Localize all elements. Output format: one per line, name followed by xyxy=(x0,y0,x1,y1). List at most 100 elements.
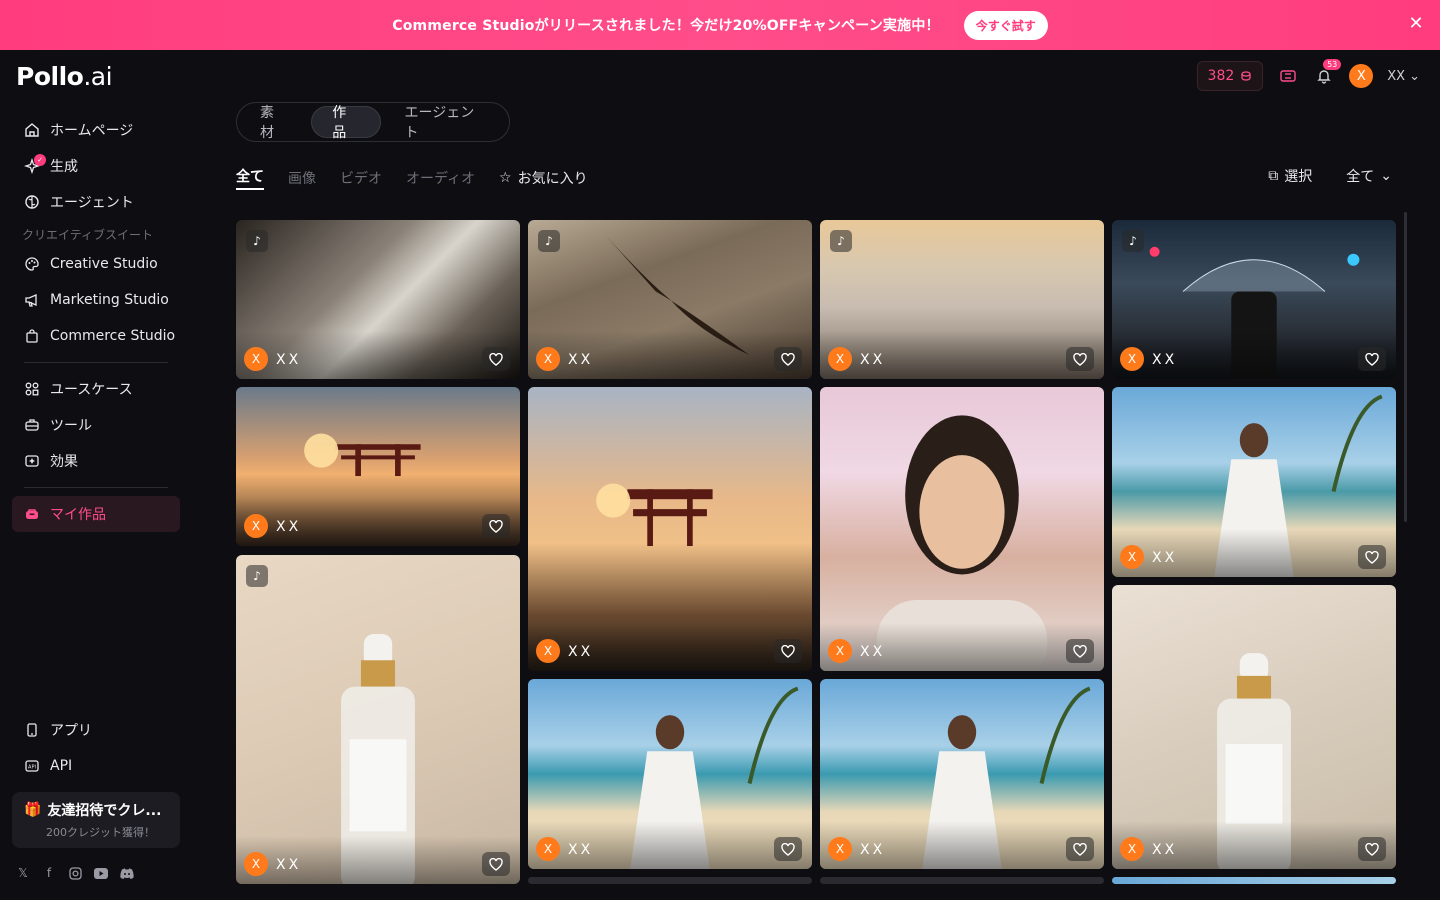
filter-favorites[interactable]: ☆ お気に入り xyxy=(499,168,588,188)
media-filters: 全て 画像 ビデオ オーディオ ☆ お気に入り xyxy=(236,166,588,190)
card-avatar[interactable]: X xyxy=(536,837,560,861)
card-avatar[interactable]: X xyxy=(828,347,852,371)
sidebar-item-creative-studio[interactable]: Creative Studio xyxy=(12,246,180,282)
try-now-button[interactable]: 今すぐ試す xyxy=(963,10,1048,40)
work-card[interactable]: ♪ X XX xyxy=(820,220,1104,379)
work-card[interactable]: X XX xyxy=(528,387,812,671)
tab-agents[interactable]: エージェント xyxy=(385,105,507,141)
work-card[interactable]: X XX xyxy=(820,679,1104,869)
avatar[interactable]: X xyxy=(1349,64,1374,88)
tab-works[interactable]: 作品 xyxy=(311,105,381,141)
palette-icon xyxy=(25,257,39,271)
close-icon[interactable]: ✕ xyxy=(1406,14,1426,34)
youtube-icon[interactable] xyxy=(94,866,108,880)
card-author: XX xyxy=(860,352,886,368)
sidebar-item-commerce-studio[interactable]: Commerce Studio xyxy=(12,318,180,354)
heart-icon[interactable] xyxy=(774,639,802,663)
logo[interactable]: Pollo.ai xyxy=(16,62,113,91)
svg-text:API: API xyxy=(28,765,36,771)
work-card[interactable]: X XX xyxy=(236,387,520,546)
content-type-switch: 素材 作品 エージェント xyxy=(236,102,510,142)
new-badge: ✓ xyxy=(34,154,46,166)
sidebar-item-marketing-studio[interactable]: Marketing Studio xyxy=(12,282,180,318)
sidebar-item-app[interactable]: アプリ xyxy=(12,712,180,748)
select-button[interactable]: ⧉ 選択 xyxy=(1268,166,1312,186)
bell-icon[interactable]: 53 xyxy=(1313,59,1342,87)
heart-icon[interactable] xyxy=(482,852,510,876)
brain-icon xyxy=(25,195,39,209)
filter-audio[interactable]: オーディオ xyxy=(406,168,475,188)
card-avatar[interactable]: X xyxy=(828,837,852,861)
filter-all[interactable]: 全て xyxy=(236,166,264,190)
work-card[interactable]: X XX xyxy=(1112,585,1396,869)
sidebar-item-my-works[interactable]: マイ作品 xyxy=(12,496,180,532)
promo-banner: Commerce Studioがリリースされました！今だけ20%OFFキャンペー… xyxy=(0,0,1440,50)
favorites-label: お気に入り xyxy=(517,171,588,187)
x-icon[interactable]: 𝕏 xyxy=(16,866,30,880)
tiktok-icon[interactable]: ♪ xyxy=(246,565,268,587)
heart-icon[interactable] xyxy=(1358,837,1386,861)
invite-card[interactable]: 🎁 友達招待でクレ... 200クレジット獲得！ xyxy=(12,792,180,848)
sidebar-item-api[interactable]: API API xyxy=(12,748,180,784)
card-avatar[interactable]: X xyxy=(1120,347,1144,371)
work-card[interactable]: ♪ X XX xyxy=(236,555,520,884)
ticket-icon[interactable] xyxy=(1277,65,1299,87)
tab-materials[interactable]: 素材 xyxy=(240,105,307,141)
sidebar-item-use-cases[interactable]: ユースケース xyxy=(12,371,180,407)
star-icon: ☆ xyxy=(499,170,512,186)
heart-icon[interactable] xyxy=(482,514,510,538)
sort-dropdown[interactable]: 全て ⌄ xyxy=(1346,166,1392,186)
tiktok-icon[interactable]: ♪ xyxy=(246,230,268,252)
filter-videos[interactable]: ビデオ xyxy=(340,168,382,188)
card-avatar[interactable]: X xyxy=(1120,545,1144,569)
tiktok-icon[interactable]: ♪ xyxy=(538,230,560,252)
sidebar-item-label: マイ作品 xyxy=(50,507,106,523)
work-card[interactable]: ♪ X XX xyxy=(528,220,812,379)
work-card[interactable]: X XX xyxy=(528,679,812,869)
instagram-icon[interactable] xyxy=(68,866,82,880)
sidebar-item-effects[interactable]: 効果 xyxy=(12,443,180,479)
sidebar-item-home[interactable]: ホームページ xyxy=(12,112,180,148)
card-avatar[interactable]: X xyxy=(828,639,852,663)
heart-icon[interactable] xyxy=(1066,837,1094,861)
heart-icon[interactable] xyxy=(1358,347,1386,371)
card-avatar[interactable]: X xyxy=(244,514,268,538)
card-author: XX xyxy=(860,842,886,858)
card-avatar[interactable]: X xyxy=(244,347,268,371)
work-card[interactable]: ♪ X XX xyxy=(1112,220,1396,379)
work-card[interactable] xyxy=(528,877,812,884)
card-avatar[interactable]: X xyxy=(1120,837,1144,861)
heart-icon[interactable] xyxy=(1066,347,1094,371)
filter-images[interactable]: 画像 xyxy=(288,168,316,188)
work-card[interactable] xyxy=(820,877,1104,884)
card-avatar[interactable]: X xyxy=(536,347,560,371)
sidebar-item-tools[interactable]: ツール xyxy=(12,407,180,443)
heart-icon[interactable] xyxy=(774,347,802,371)
credits-button[interactable]: 382 xyxy=(1196,61,1264,91)
bottle-graphic xyxy=(341,633,415,884)
user-menu[interactable]: XX ⌄ xyxy=(1387,69,1420,84)
effects-icon xyxy=(25,455,39,467)
heart-icon[interactable] xyxy=(774,837,802,861)
scrollbar[interactable] xyxy=(1404,212,1407,522)
logo-suffix: .ai xyxy=(83,62,113,91)
heart-icon[interactable] xyxy=(1358,545,1386,569)
sidebar-item-generate[interactable]: ✓ 生成 xyxy=(12,148,180,184)
work-card[interactable]: X XX xyxy=(820,387,1104,671)
card-avatar[interactable]: X xyxy=(244,852,268,876)
select-icon: ⧉ xyxy=(1268,168,1279,184)
work-card[interactable]: ♪ X XX xyxy=(236,220,520,379)
heart-icon[interactable] xyxy=(482,347,510,371)
tiktok-icon[interactable]: ♪ xyxy=(830,230,852,252)
facebook-icon[interactable]: f xyxy=(42,866,56,880)
section-label: クリエイティブスイート xyxy=(22,227,154,242)
card-avatar[interactable]: X xyxy=(536,639,560,663)
discord-icon[interactable] xyxy=(120,866,134,880)
sidebar-item-agent[interactable]: エージェント xyxy=(12,184,180,220)
heart-icon[interactable] xyxy=(1066,639,1094,663)
tiktok-icon[interactable]: ♪ xyxy=(1122,230,1144,252)
work-card[interactable] xyxy=(1112,877,1396,884)
social-links: 𝕏 f xyxy=(16,866,134,880)
work-card[interactable]: X XX xyxy=(1112,387,1396,577)
sidebar-item-label: アプリ xyxy=(50,723,92,739)
